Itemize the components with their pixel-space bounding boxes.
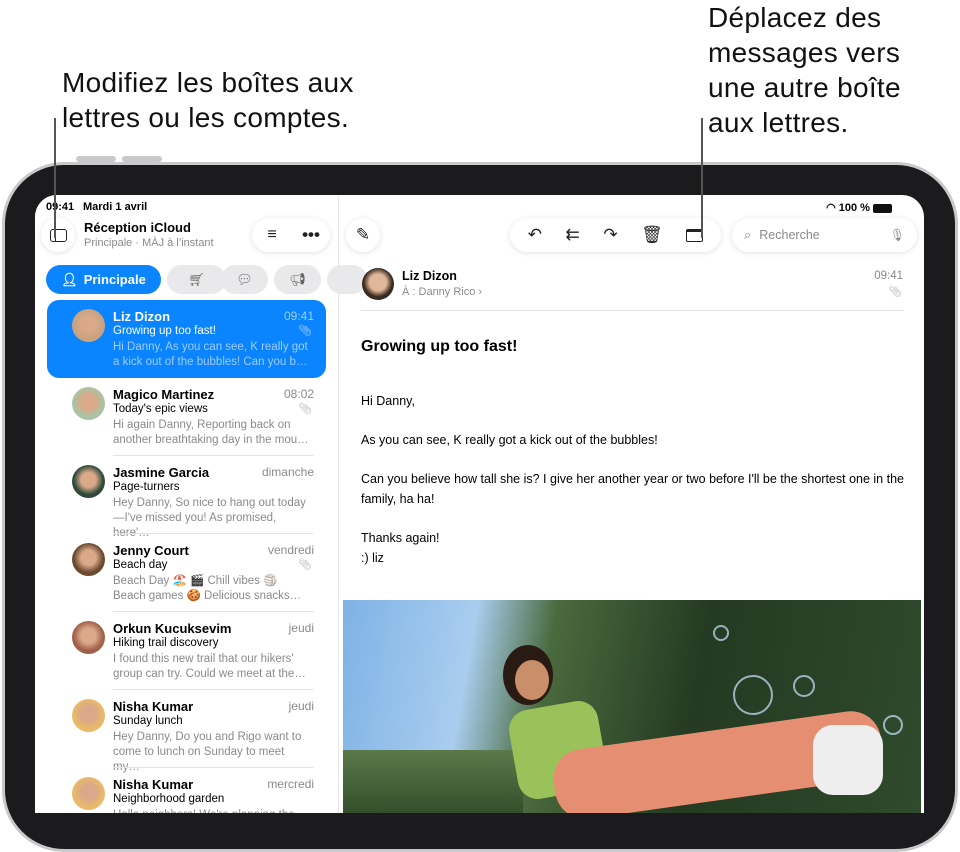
leader-line	[701, 118, 703, 238]
wifi-icon: ◠	[826, 202, 839, 214]
sender-name: Magico Martinez	[113, 387, 215, 402]
chat-icon: 💬︎	[236, 271, 253, 287]
message-time: dimanche	[261, 465, 314, 479]
message-subject: Sunday lunch	[113, 715, 183, 727]
search-field[interactable]: ⌕ Recherche 🎙︎	[732, 218, 917, 252]
avatar	[72, 621, 105, 654]
message-subject: Hiking trail discovery	[113, 637, 219, 649]
message-time: vendredi	[267, 543, 314, 557]
message-subject: Today's epic views	[113, 403, 208, 415]
email-body-line: Can you believe how tall she is? I give …	[361, 472, 904, 506]
sender-name: Nisha Kumar	[113, 699, 194, 714]
tab-promotions[interactable]: 📢︎	[274, 265, 321, 294]
email-photo[interactable]	[343, 600, 921, 813]
message-time: 08:02	[283, 387, 314, 401]
mailbox-title: Réception iCloud	[84, 220, 191, 235]
battery-status: ◠ 100 %	[826, 201, 892, 214]
filter-icon[interactable]: ≡	[252, 226, 292, 244]
message-preview: Hello neighbors! We're planning the gard…	[113, 808, 313, 813]
message-list-item[interactable]: Jasmine Garcia dimanche Page-turners Hey…	[47, 456, 326, 539]
reply-all-icon[interactable]: ⇇	[566, 225, 580, 245]
email-body-line: As you can see, K really got a kick out …	[361, 433, 658, 447]
sender-name: Orkun Kucuksevim	[113, 621, 232, 636]
message-preview: I found this new trail that our hikers' …	[113, 653, 306, 680]
callout-mailboxes: Modifiez les boîtes aux lettres ou les c…	[62, 67, 354, 133]
tab-updates[interactable]: 💬︎	[221, 265, 268, 294]
message-preview: Hi again Danny, Reporting back on anothe…	[113, 419, 309, 446]
message-time: 09:41	[283, 309, 314, 323]
message-subject: Beach day	[113, 559, 168, 571]
sender-name: Jenny Court	[113, 543, 189, 558]
more-icon[interactable]: •••	[292, 225, 330, 245]
avatar	[72, 465, 105, 498]
person-icon: 👤︎	[61, 271, 78, 287]
avatar	[72, 699, 105, 732]
email-body-line: :) liz	[361, 551, 384, 565]
email-sender: Liz Dizon	[402, 269, 457, 283]
search-icon: ⌕	[744, 227, 752, 242]
message-time: jeudi	[288, 699, 314, 713]
sender-avatar	[362, 268, 394, 300]
message-list-item[interactable]: Liz Dizon 09:41 Growing up too fast! Hi …	[47, 300, 326, 378]
compose-icon: ✎	[355, 225, 371, 244]
attachment-icon: 📎︎	[298, 325, 312, 337]
trash-icon[interactable]: 🗑︎	[641, 225, 663, 245]
cart-icon: 🛒︎	[188, 271, 205, 287]
megaphone-icon: 📢︎	[289, 271, 306, 287]
avatar	[72, 309, 105, 342]
sender-name: Jasmine Garcia	[113, 465, 210, 480]
list-actions: ≡ •••	[252, 218, 330, 252]
sender-name: Nisha Kumar	[113, 777, 194, 792]
sender-name: Liz Dizon	[113, 309, 171, 324]
sidebar-toggle-button[interactable]	[41, 218, 75, 252]
message-time: jeudi	[288, 621, 314, 635]
message-toolbar: ↶ ⇇ ↷ 🗑︎	[510, 218, 721, 252]
avatar	[72, 387, 105, 420]
forward-icon[interactable]: ↷	[603, 225, 617, 245]
message-subject: Neighborhood garden	[113, 793, 225, 805]
email-time: 09:41	[874, 270, 903, 282]
mailbox-subtitle: Principale · MÀJ à l’instant	[84, 237, 214, 249]
email-subject: Growing up too fast!	[361, 338, 518, 355]
message-subject: Page-turners	[113, 481, 180, 493]
status-time: 09:41	[46, 201, 75, 213]
attachment-icon: 📎︎	[298, 403, 312, 415]
tab-transactions[interactable]: 🛒︎	[167, 265, 226, 294]
message-preview: Hi Danny, As you can see, K really got a…	[113, 341, 308, 368]
avatar	[72, 543, 105, 576]
tab-principale[interactable]: 👤︎ Principale	[46, 265, 161, 294]
message-time: mercredi	[267, 777, 314, 791]
email-body-line: Thanks again!	[361, 531, 440, 545]
message-list-item[interactable]: Magico Martinez 08:02 Today's epic views…	[47, 378, 326, 456]
reply-icon[interactable]: ↶	[528, 225, 542, 245]
mailbox-list-pane: 09:41 Mardi 1 avril Réception iCloud Pri…	[35, 195, 367, 813]
tab-more[interactable]	[327, 265, 367, 294]
search-placeholder: Recherche	[759, 228, 820, 242]
leader-line	[54, 118, 56, 238]
message-list-item[interactable]: Nisha Kumar jeudi Sunday lunch Hey Danny…	[47, 690, 326, 773]
screen: 09:41 Mardi 1 avril Réception iCloud Pri…	[35, 195, 924, 813]
message-list-item[interactable]: Nisha Kumar mercredi Neighborhood garden…	[47, 768, 326, 813]
email-recipient[interactable]: À : Danny Rico ›	[402, 286, 482, 298]
status-date: Mardi 1 avril	[83, 201, 148, 213]
message-preview: Beach Day 🏖️ 🎬 Chill vibes 🏐 Beach games…	[113, 575, 302, 602]
avatar	[72, 777, 105, 810]
email-body-line: Hi Danny,	[361, 394, 415, 408]
message-subject: Growing up too fast!	[113, 325, 216, 337]
message-list-item[interactable]: Jenny Court vendredi Beach day Beach Day…	[47, 534, 326, 612]
message-list-item[interactable]: Orkun Kucuksevim jeudi Hiking trail disc…	[47, 612, 326, 690]
microphone-icon[interactable]: 🎙︎	[890, 228, 905, 242]
divider	[361, 310, 904, 311]
attachment-icon: 📎︎	[888, 286, 902, 298]
battery-icon	[873, 203, 892, 213]
attachment-icon: 📎︎	[298, 559, 312, 571]
compose-button[interactable]: ✎	[346, 218, 380, 252]
sidebar-icon	[49, 228, 67, 242]
callout-move-messages: Déplacez des messages vers une autre boî…	[708, 2, 901, 138]
